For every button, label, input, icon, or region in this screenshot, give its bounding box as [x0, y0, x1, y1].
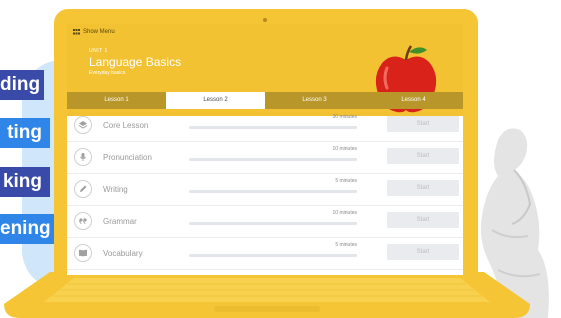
- skill-tag-speaking: king: [0, 167, 50, 197]
- microphone-icon: [74, 148, 92, 166]
- progress-bar: [189, 222, 357, 225]
- app-screen: Show Menu UNIT 1 Language Basics Everyda…: [67, 24, 463, 275]
- lesson-list: Core Lesson 30 minutes Start Pronunciati…: [67, 110, 463, 270]
- start-button[interactable]: Start: [387, 116, 459, 132]
- webcam-dot: [263, 18, 267, 22]
- lesson-duration: 10 minutes: [332, 210, 357, 216]
- tab-lesson-1[interactable]: Lesson 1: [67, 92, 166, 109]
- tab-lesson-4[interactable]: Lesson 4: [364, 92, 463, 109]
- tab-lesson-2[interactable]: Lesson 2: [166, 92, 265, 109]
- progress-bar: [189, 126, 357, 129]
- start-button[interactable]: Start: [387, 180, 459, 196]
- start-button[interactable]: Start: [387, 148, 459, 164]
- unit-label: UNIT 1: [89, 48, 108, 54]
- tab-lesson-3[interactable]: Lesson 3: [265, 92, 364, 109]
- book-icon: [74, 244, 92, 262]
- lesson-name: Core Lesson: [103, 121, 149, 130]
- lesson-duration: 5 minutes: [335, 242, 357, 248]
- lesson-name: Writing: [103, 185, 128, 194]
- laptop-keyboard-base: [4, 272, 530, 318]
- lesson-tabs: Lesson 1 Lesson 2 Lesson 3 Lesson 4: [67, 92, 463, 109]
- layers-icon: [74, 116, 92, 134]
- list-item: Vocabulary 5 minutes Start: [67, 238, 463, 270]
- start-button[interactable]: Start: [387, 244, 459, 260]
- progress-bar: [189, 254, 357, 257]
- progress-bar: [189, 158, 357, 161]
- lesson-name: Pronunciation: [103, 153, 152, 162]
- list-item: Writing 5 minutes Start: [67, 174, 463, 206]
- skill-tag-reading: ding: [0, 70, 44, 100]
- skill-tag-listening: ening: [0, 214, 58, 244]
- quote-icon: [74, 212, 92, 230]
- lesson-name: Grammar: [103, 217, 137, 226]
- start-button[interactable]: Start: [387, 212, 459, 228]
- skill-tag-writing: ting: [0, 118, 50, 148]
- page-title: Language Basics: [89, 55, 182, 69]
- progress-bar: [189, 190, 357, 193]
- show-menu-button[interactable]: Show Menu: [83, 24, 115, 40]
- top-bar: Show Menu: [67, 24, 463, 40]
- pencil-icon: [74, 180, 92, 198]
- grid-menu-icon[interactable]: [73, 29, 80, 35]
- list-item: Core Lesson 30 minutes Start: [67, 110, 463, 142]
- list-item: Pronunciation 10 minutes Start: [67, 142, 463, 174]
- list-item: Grammar 10 minutes Start: [67, 206, 463, 238]
- lesson-duration: 30 minutes: [332, 114, 357, 120]
- lesson-name: Vocabulary: [103, 249, 143, 258]
- lesson-duration: 5 minutes: [335, 178, 357, 184]
- page-subtitle: Everyday basics: [89, 70, 126, 76]
- lesson-duration: 10 minutes: [332, 146, 357, 152]
